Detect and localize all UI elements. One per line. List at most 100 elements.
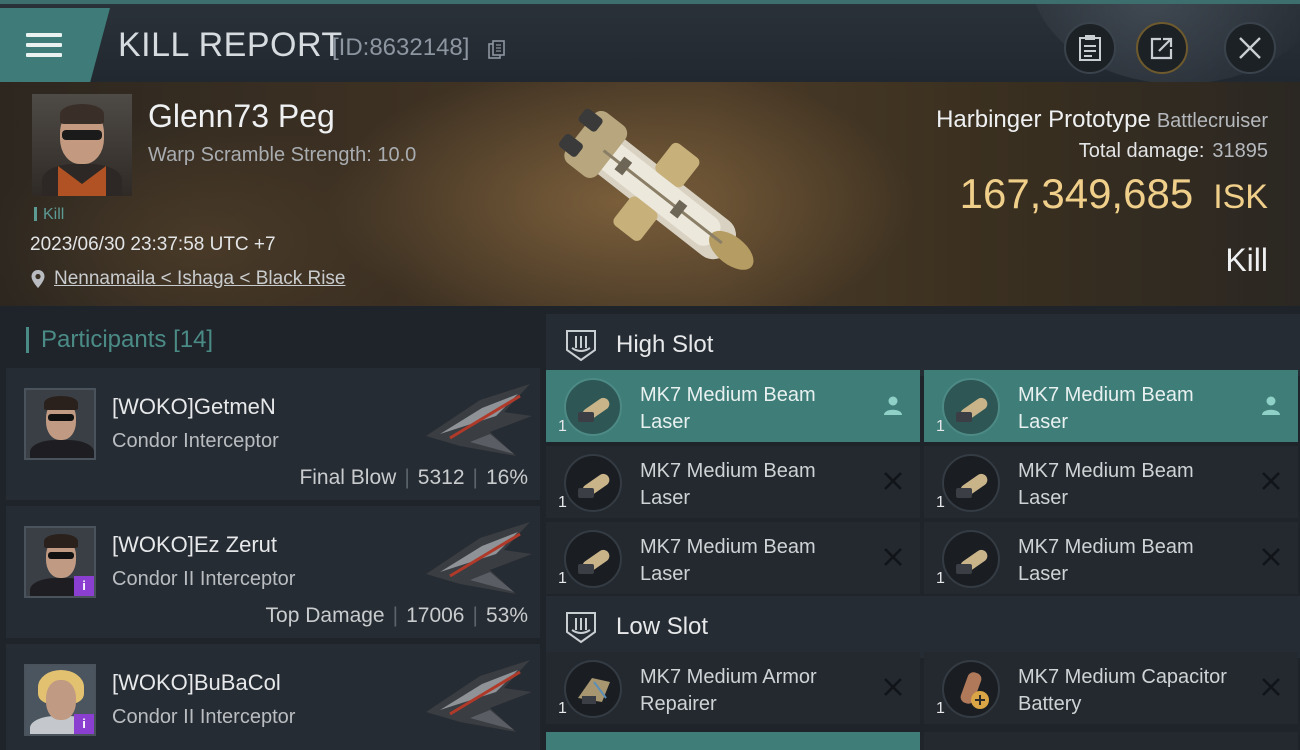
close-button[interactable] [1224,22,1276,74]
menu-button[interactable] [0,8,110,82]
module-name: MK7 Medium Beam Laser [640,384,816,433]
participant-row[interactable]: i [WOKO]Ez Zerut Condor II Interceptor T… [6,506,540,640]
clipboard-icon [1079,35,1101,61]
module-quantity: 1 [558,418,567,435]
high-slot-header: High Slot [546,314,1300,376]
module-quantity: 1 [936,570,945,587]
low-slot-label: Low Slot [616,613,709,640]
module-quantity: 1 [936,700,945,717]
victim-name[interactable]: Glenn73 Peg [148,98,335,135]
capacitor-battery-icon [942,660,1000,718]
person-icon [884,396,902,415]
destroyed-x-icon [884,472,902,490]
module-slot[interactable]: 1 MK7 Medium Beam Laser [546,370,920,442]
module-slot[interactable]: 1 MK7 Medium Beam Laser [924,522,1298,594]
isk-value: 167,349,685 ISK [960,170,1268,218]
kill-location[interactable]: Nennamaila < Ishaga < Black Rise [30,268,346,290]
module-quantity: 1 [936,418,945,435]
stat-label: Top Damage [265,604,385,627]
stat-damage: 17006 [406,604,465,627]
location-pin-icon [31,270,45,288]
kill-tag: Kill [34,206,64,224]
participant-ship-image [426,384,532,456]
participant-name: [WOKO]GetmeN [112,394,276,419]
close-icon [1239,37,1261,59]
module-slot[interactable]: 1 MK7 Medium Capacitor Battery [924,652,1298,724]
report-id: [ID:8632148] [332,34,470,61]
stat-percent: 53% [485,604,528,627]
module-slot[interactable]: 1 MK7 Medium Beam Laser [924,446,1298,518]
location-link[interactable]: Nennamaila < Ishaga < Black Rise [54,268,346,290]
participant-name: [WOKO]Ez Zerut [112,532,278,557]
module-quantity: 1 [936,494,945,511]
participant-stats: Top Damage | 17006 | 53% [265,604,528,627]
person-icon [1262,396,1280,415]
victim-banner: Glenn73 Peg Warp Scramble Strength: 10.0… [0,82,1300,306]
destroyed-x-icon [1262,472,1280,490]
module-quantity: 1 [558,570,567,587]
beam-laser-icon [564,378,622,436]
stat-label: Final Blow [299,466,397,489]
clipboard-button[interactable] [1064,22,1116,74]
module-quantity: 1 [558,494,567,511]
module-name: MK7 Medium Armor Repairer [640,666,817,715]
participant-ship: Condor II Interceptor [112,706,296,728]
module-name: MK7 Medium Beam Laser [1018,460,1194,509]
module-slot[interactable]: 1 MK7 Medium Beam Laser [546,446,920,518]
participants-count: [14] [173,326,214,353]
kill-datetime: 2023/06/30 23:37:58 UTC +7 [30,234,276,255]
module-name: MK7 Medium Beam Laser [640,536,816,585]
beam-laser-icon [564,530,622,588]
module-name: MK7 Medium Capacitor Battery [1018,666,1227,715]
ship-name-text: Harbinger Prototype [936,106,1151,133]
destroyed-x-icon [1262,548,1280,566]
participant-row[interactable]: [WOKO]GetmeN Condor Interceptor Final Bl… [6,368,540,502]
participant-ship: Condor Interceptor [112,430,279,452]
module-slot-partial[interactable] [546,732,920,750]
menu-icon [26,27,62,63]
info-badge-icon: i [74,576,94,596]
isk-amount: 167,349,685 [959,170,1194,217]
share-button[interactable] [1136,22,1188,74]
avatar[interactable] [24,388,96,460]
victim-ship-name[interactable]: Harbinger Prototype Battlecruiser [936,106,1268,134]
module-slot[interactable]: 1 MK7 Medium Beam Laser [924,370,1298,442]
module-slot[interactable]: 1 MK7 Medium Beam Laser [546,522,920,594]
stat-percent: 16% [485,466,528,489]
armor-repairer-icon [564,660,622,718]
avatar[interactable]: i [24,526,96,598]
copy-icon[interactable] [488,40,506,60]
info-badge-icon: i [74,714,94,734]
isk-unit: ISK [1213,178,1268,216]
total-damage: Total damage: 31895 [1079,140,1268,163]
participant-row[interactable]: i [WOKO]BuBaCol Condor II Interceptor [6,644,540,750]
beam-laser-icon [942,378,1000,436]
victim-portrait[interactable] [32,94,132,196]
module-name: MK7 Medium Beam Laser [640,460,816,509]
participant-stats: Final Blow | 5312 | 16% [299,466,528,489]
participants-title: Participants [41,326,167,353]
participant-ship-image [426,660,532,732]
destroyed-x-icon [884,678,902,696]
fitting-panel: High Slot 1 MK7 Medium Beam Laser 1 MK7 … [540,306,1300,750]
participants-panel: Participants [14] [WOKO]GetmeN Condor In… [0,306,540,750]
victim-ship-image[interactable] [528,88,778,298]
module-name: MK7 Medium Beam Laser [1018,384,1194,433]
beam-laser-icon [942,530,1000,588]
total-damage-label: Total damage: [1078,140,1205,162]
header-bar: KILL REPORT [ID:8632148] [0,0,1300,84]
low-slot-header: Low Slot [546,596,1300,658]
high-slot-label: High Slot [616,331,714,358]
module-slot-partial[interactable] [924,732,1298,750]
participant-name: [WOKO]BuBaCol [112,670,281,695]
ship-class: Battlecruiser [1156,110,1268,132]
participant-ship: Condor II Interceptor [112,568,296,590]
destroyed-x-icon [884,548,902,566]
total-damage-value: 31895 [1212,140,1268,162]
module-slot[interactable]: 1 MK7 Medium Armor Repairer [546,652,920,724]
avatar[interactable]: i [24,664,96,736]
stat-damage: 5312 [417,466,465,489]
module-name: MK7 Medium Beam Laser [1018,536,1194,585]
participant-ship-image [426,522,532,594]
participants-header: Participants [14] [26,326,213,354]
